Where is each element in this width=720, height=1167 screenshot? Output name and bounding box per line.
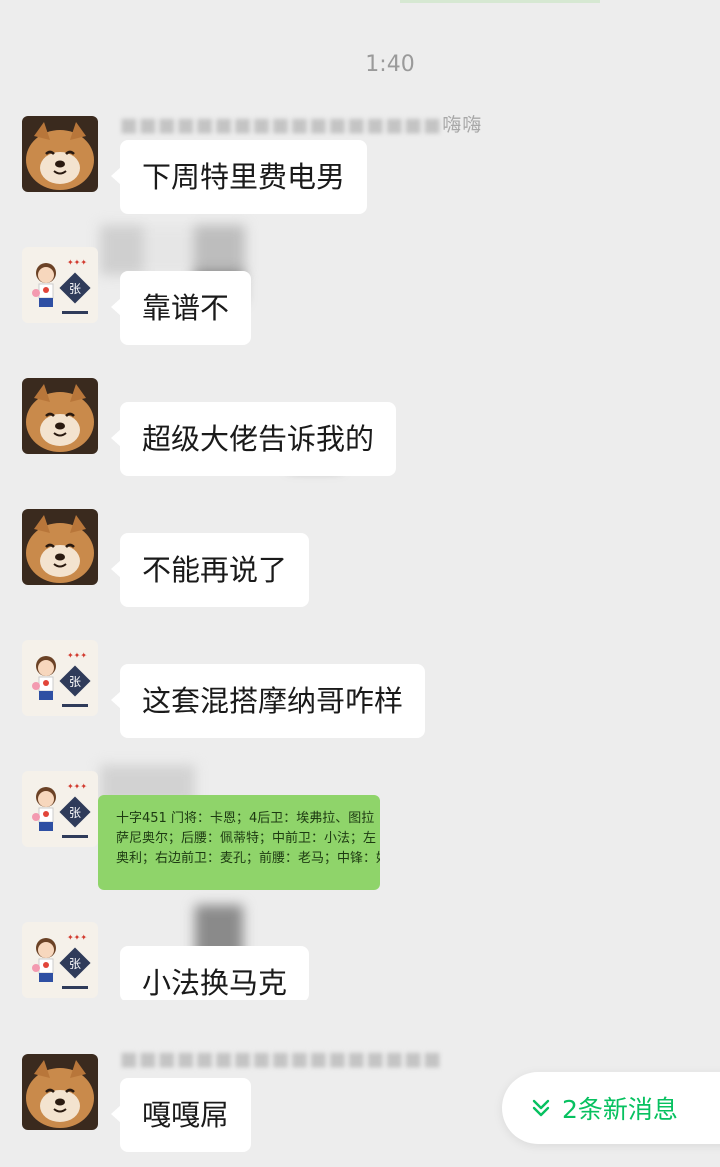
sender-name: ■■■■■■■■■■■■■■■■■嗨嗨 bbox=[120, 110, 482, 137]
svg-text:张: 张 bbox=[69, 806, 81, 820]
message-bubble[interactable]: 不能再说了 bbox=[110, 533, 310, 607]
avatar[interactable]: 张 ✦✦✦ bbox=[22, 922, 98, 998]
avatar[interactable] bbox=[22, 509, 98, 585]
timestamp: 1:40 bbox=[365, 52, 415, 77]
svg-text:张: 张 bbox=[69, 957, 81, 971]
overlap-mask bbox=[100, 1000, 360, 1040]
shiba-dog-avatar-icon bbox=[22, 1054, 98, 1130]
cartoon-boy-avatar-icon: 张 ✦✦✦ bbox=[22, 247, 98, 323]
top-divider bbox=[400, 0, 600, 3]
blurred-name: ■■■■■■■■■■■■■■■■■ bbox=[120, 114, 443, 136]
svg-text:张: 张 bbox=[69, 282, 81, 296]
message-bubble[interactable]: 小法换马克 bbox=[120, 946, 310, 1002]
new-messages-label: 2条新消息 bbox=[562, 1095, 678, 1124]
shiba-dog-avatar-icon bbox=[22, 116, 98, 192]
avatar[interactable] bbox=[22, 1054, 98, 1130]
new-messages-button[interactable]: 2条新消息 bbox=[502, 1072, 720, 1144]
blurred-name: ■■■■■■■■■■■■■■■■■ bbox=[120, 1048, 443, 1070]
message-bubble[interactable]: 这套混搭摩纳哥咋样 bbox=[110, 664, 426, 738]
avatar[interactable]: 张 ✦✦✦ bbox=[22, 247, 98, 323]
cartoon-boy-avatar-icon: 张 ✦✦✦ bbox=[22, 640, 98, 716]
svg-text:✦✦✦: ✦✦✦ bbox=[67, 651, 87, 660]
image-text-line: 萨尼奥尔；后腰：佩蒂特；中前卫：小法；左 bbox=[116, 831, 377, 846]
svg-text:✦✦✦: ✦✦✦ bbox=[67, 258, 87, 267]
cartoon-boy-avatar-icon: 张 ✦✦✦ bbox=[22, 771, 98, 847]
sender-name-text: 嗨嗨 bbox=[442, 114, 483, 136]
avatar[interactable] bbox=[22, 378, 98, 454]
double-chevron-down-icon bbox=[530, 1097, 552, 1119]
avatar[interactable]: 张 ✦✦✦ bbox=[22, 771, 98, 847]
image-text-line: 奥利；右边前卫：麦孔；前腰：老马；中锋：好 bbox=[116, 851, 380, 866]
shiba-dog-avatar-icon bbox=[22, 509, 98, 585]
message-bubble[interactable]: 超级大佬告诉我的 bbox=[110, 402, 397, 476]
svg-text:✦✦✦: ✦✦✦ bbox=[67, 933, 87, 942]
avatar[interactable]: 张 ✦✦✦ bbox=[22, 640, 98, 716]
svg-text:张: 张 bbox=[69, 675, 81, 689]
cartoon-boy-avatar-icon: 张 ✦✦✦ bbox=[22, 922, 98, 998]
image-message[interactable]: 十字451 门将：卡恩；4后卫：埃弗拉、图拉 萨尼奥尔；后腰：佩蒂特；中前卫：小… bbox=[98, 795, 380, 890]
blur-mosaic bbox=[100, 225, 245, 275]
message-bubble[interactable]: 靠谱不 bbox=[110, 271, 252, 345]
image-text-line: 十字451 门将：卡恩；4后卫：埃弗拉、图拉 bbox=[116, 811, 375, 826]
shiba-dog-avatar-icon bbox=[22, 378, 98, 454]
sender-name: ■■■■■■■■■■■■■■■■■ bbox=[120, 1048, 442, 1070]
avatar[interactable] bbox=[22, 116, 98, 192]
message-bubble[interactable]: 嘎嘎屌 bbox=[110, 1078, 252, 1152]
message-bubble[interactable]: 下周特里费电男 bbox=[110, 140, 368, 214]
svg-text:✦✦✦: ✦✦✦ bbox=[67, 782, 87, 791]
